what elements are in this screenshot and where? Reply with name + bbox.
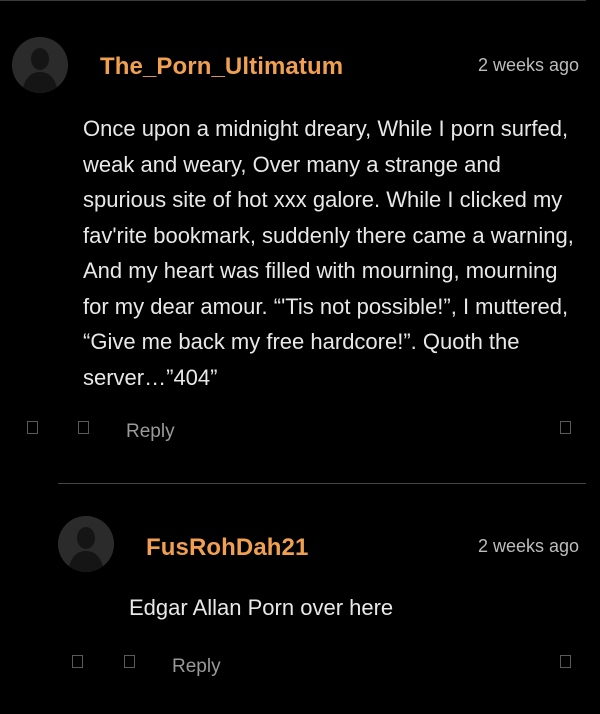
comment-username[interactable]: The_Porn_Ultimatum (100, 53, 343, 81)
comment-timestamp: 2 weeks ago (478, 536, 580, 556)
avatar[interactable] (58, 516, 114, 572)
thumbs-up-icon[interactable] (27, 421, 38, 434)
flag-icon[interactable] (560, 655, 571, 668)
default-user-avatar-icon (58, 516, 114, 572)
default-user-avatar-icon (12, 37, 68, 93)
thumbs-up-icon[interactable] (72, 655, 83, 668)
comment-username[interactable]: FusRohDah21 (146, 534, 308, 562)
comment-text: Edgar Allan Porn over here (129, 595, 394, 620)
reply-button[interactable]: Reply (126, 421, 175, 443)
comment-text: Once upon a midnight dreary, While I por… (83, 116, 574, 390)
thumbs-down-icon[interactable] (78, 421, 89, 434)
comment: The_Porn_Ultimatum 2 weeks ago Once upon… (0, 0, 600, 470)
avatar[interactable] (12, 37, 68, 93)
thumbs-down-icon[interactable] (124, 655, 135, 668)
comment-reply: FusRohDah21 2 weeks ago Edgar Allan Porn… (0, 484, 600, 714)
comment-timestamp: 2 weeks ago (478, 55, 580, 75)
flag-icon[interactable] (560, 421, 571, 434)
reply-button[interactable]: Reply (172, 656, 221, 678)
